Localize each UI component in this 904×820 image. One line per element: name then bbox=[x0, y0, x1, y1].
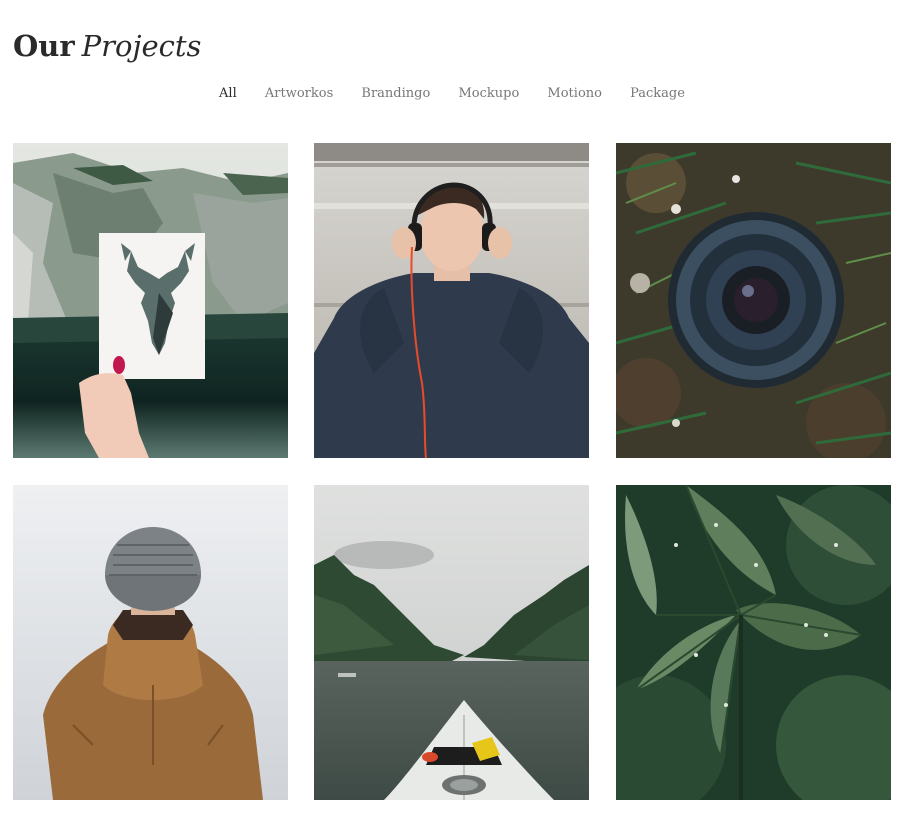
filter-package[interactable]: Package bbox=[630, 84, 685, 104]
project-card-deer[interactable] bbox=[13, 143, 288, 458]
page-title-bold: Our bbox=[13, 29, 75, 63]
filter-bar: All Artworkos Brandingo Mockupo Motiono … bbox=[0, 84, 904, 104]
project-card-lens[interactable] bbox=[616, 143, 891, 458]
project-card-leaves[interactable] bbox=[616, 485, 891, 800]
wet-leaves-photo bbox=[616, 485, 891, 800]
beanie-jacket-photo bbox=[13, 485, 288, 800]
project-card-headphones[interactable] bbox=[314, 143, 589, 458]
camera-lens-photo bbox=[616, 143, 891, 458]
deer-card-photo bbox=[13, 143, 288, 458]
filter-artworkos[interactable]: Artworkos bbox=[265, 84, 333, 104]
kayak-lake-photo bbox=[314, 485, 589, 800]
headphones-man-photo bbox=[314, 143, 589, 458]
project-card-beanie[interactable] bbox=[13, 485, 288, 800]
page-title-italic: Projects bbox=[81, 29, 202, 63]
project-card-kayak[interactable] bbox=[314, 485, 589, 800]
page-title: Our Projects bbox=[13, 26, 201, 66]
filter-motiono[interactable]: Motiono bbox=[547, 84, 602, 104]
filter-brandingo[interactable]: Brandingo bbox=[361, 84, 430, 104]
filter-all[interactable]: All bbox=[219, 84, 237, 104]
filter-mockupo[interactable]: Mockupo bbox=[458, 84, 519, 104]
